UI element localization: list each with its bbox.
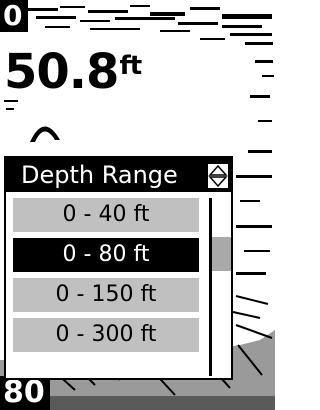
menu-title: Depth Range xyxy=(21,161,178,189)
scroll-arrows-icon[interactable] xyxy=(207,163,229,189)
sonar-screen: 0 50.8ft 80 Depth Range 0 - 40 ft 0 - 80… xyxy=(0,0,275,410)
menu-header: Depth Range xyxy=(6,158,231,192)
current-depth-readout: 50.8ft xyxy=(4,44,142,100)
depth-option-0-40[interactable]: 0 - 40 ft xyxy=(13,198,199,232)
fish-arch xyxy=(30,126,60,142)
right-noise xyxy=(236,60,274,275)
depth-unit: ft xyxy=(119,51,142,81)
top-depth-label: 0 xyxy=(0,0,28,32)
depth-option-0-80[interactable]: 0 - 80 ft xyxy=(13,238,199,272)
surface-clutter xyxy=(28,5,273,45)
scrollbar-track[interactable] xyxy=(209,198,229,376)
bottom-depth-label: 80 xyxy=(0,376,50,410)
depth-option-0-300[interactable]: 0 - 300 ft xyxy=(13,318,199,352)
depth-option-0-150[interactable]: 0 - 150 ft xyxy=(13,278,199,312)
depth-value: 50.8 xyxy=(4,44,119,100)
left-specks xyxy=(4,100,18,110)
scrollbar-thumb[interactable] xyxy=(210,237,231,271)
depth-range-menu[interactable]: Depth Range 0 - 40 ft 0 - 80 ft 0 - 150 … xyxy=(4,156,233,380)
bottom-solid xyxy=(50,396,275,410)
